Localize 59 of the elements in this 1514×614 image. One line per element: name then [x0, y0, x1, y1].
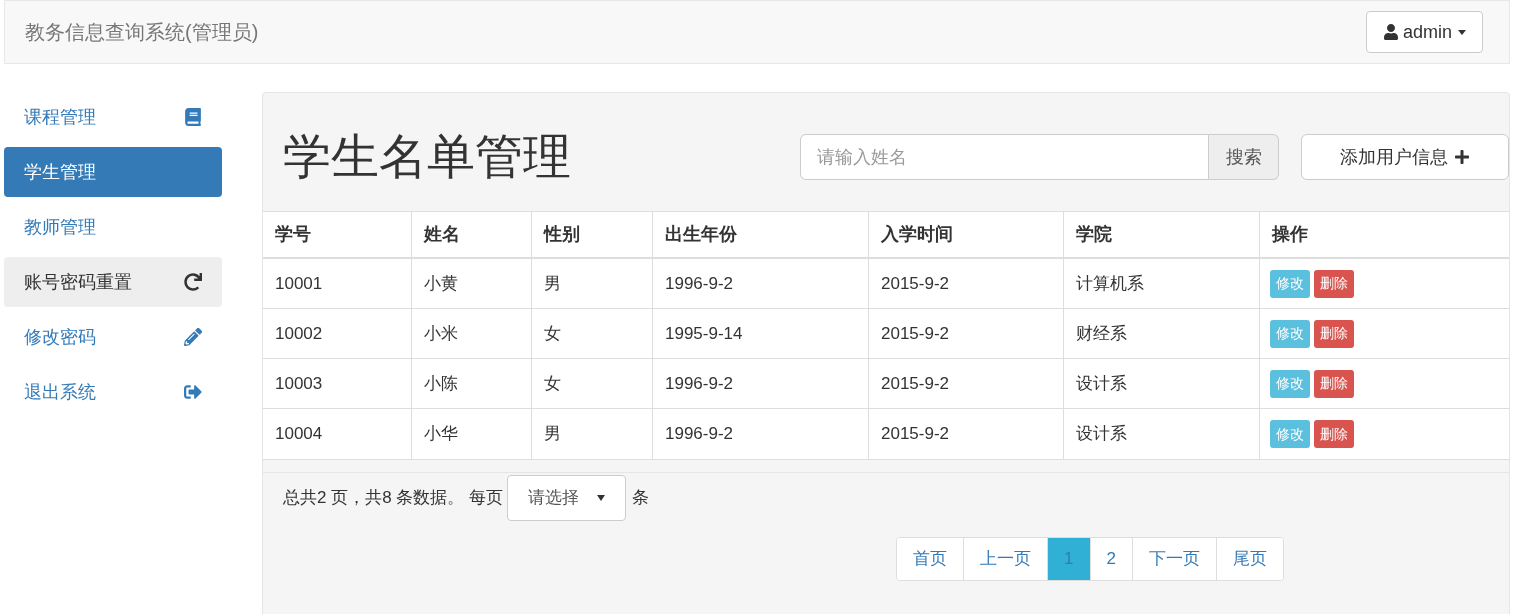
table-cell: 财经系	[1064, 309, 1260, 358]
table-cell: 男	[532, 259, 653, 308]
refresh-icon	[184, 273, 202, 291]
table-cell: 小华	[412, 409, 532, 459]
table-cell: 10001	[263, 259, 412, 308]
delete-button[interactable]: 删除	[1314, 369, 1354, 398]
brand-title: 教务信息查询系统(管理员)	[25, 20, 259, 45]
sidebar-item[interactable]: 退出系统	[4, 367, 222, 417]
column-header: 学号	[263, 212, 412, 257]
book-icon	[184, 108, 202, 126]
table-cell: 男	[532, 409, 653, 459]
table-cell: 1996-9-2	[653, 259, 869, 308]
caret-icon	[1458, 29, 1466, 35]
unit-label: 条	[632, 486, 650, 509]
table-cell: 2015-9-2	[869, 409, 1064, 459]
table-cell: 2015-9-2	[869, 259, 1064, 308]
table-cell: 1996-9-2	[653, 409, 869, 459]
plus-icon	[1454, 149, 1470, 165]
table-cell: 设计系	[1064, 359, 1260, 408]
column-header: 入学时间	[869, 212, 1064, 257]
page-title: 学生名单管理	[283, 133, 571, 181]
table-cell: 2015-9-2	[869, 309, 1064, 358]
table-cell: 计算机系	[1064, 259, 1260, 308]
table-cell: 小米	[412, 309, 532, 358]
caret-icon	[597, 494, 606, 501]
search-field[interactable]: 请输入姓名	[800, 134, 1209, 180]
column-header: 出生年份	[653, 212, 869, 257]
table-cell: 女	[532, 309, 653, 358]
page-link[interactable]: 尾页	[1216, 538, 1283, 580]
table-cell: 设计系	[1064, 409, 1260, 459]
delete-button[interactable]: 删除	[1314, 319, 1354, 348]
table-cell: 10002	[263, 309, 412, 358]
sidebar-item[interactable]: 账号密码重置	[4, 257, 222, 307]
column-header: 姓名	[412, 212, 532, 257]
table-cell: 10004	[263, 409, 412, 459]
delete-button[interactable]: 删除	[1314, 269, 1354, 298]
sidebar-item[interactable]: 课程管理	[4, 92, 222, 142]
column-header: 操作	[1271, 223, 1309, 246]
page-size-select[interactable]: 请选择	[507, 474, 627, 521]
column-header: 性别	[532, 212, 653, 257]
sidebar-item[interactable]: 教师管理	[4, 202, 222, 252]
user-icon	[1382, 24, 1399, 40]
table-cell: 小陈	[412, 359, 532, 408]
add-user-button[interactable]: 添加用户信息	[1301, 134, 1509, 180]
pagination-summary: 总共2 页，共8 条数据。 每页	[283, 486, 504, 509]
sidebar-item[interactable]: 修改密码	[4, 312, 222, 362]
pencil-icon	[184, 328, 202, 346]
table-cell: 10003	[263, 359, 412, 408]
search-button[interactable]: 搜索	[1209, 134, 1279, 180]
table-cell: 2015-9-2	[869, 359, 1064, 408]
table-cell: 1995-9-14	[653, 309, 869, 358]
sidebar-item[interactable]: 学生管理	[4, 147, 222, 197]
table-cell: 小黄	[412, 259, 532, 308]
logout-icon	[184, 383, 202, 401]
user-menu-button[interactable]: admin	[1365, 11, 1483, 53]
delete-button[interactable]: 删除	[1314, 420, 1354, 448]
table-cell: 1996-9-2	[653, 359, 869, 408]
table-cell: 女	[532, 359, 653, 408]
column-header: 学院	[1064, 212, 1260, 257]
